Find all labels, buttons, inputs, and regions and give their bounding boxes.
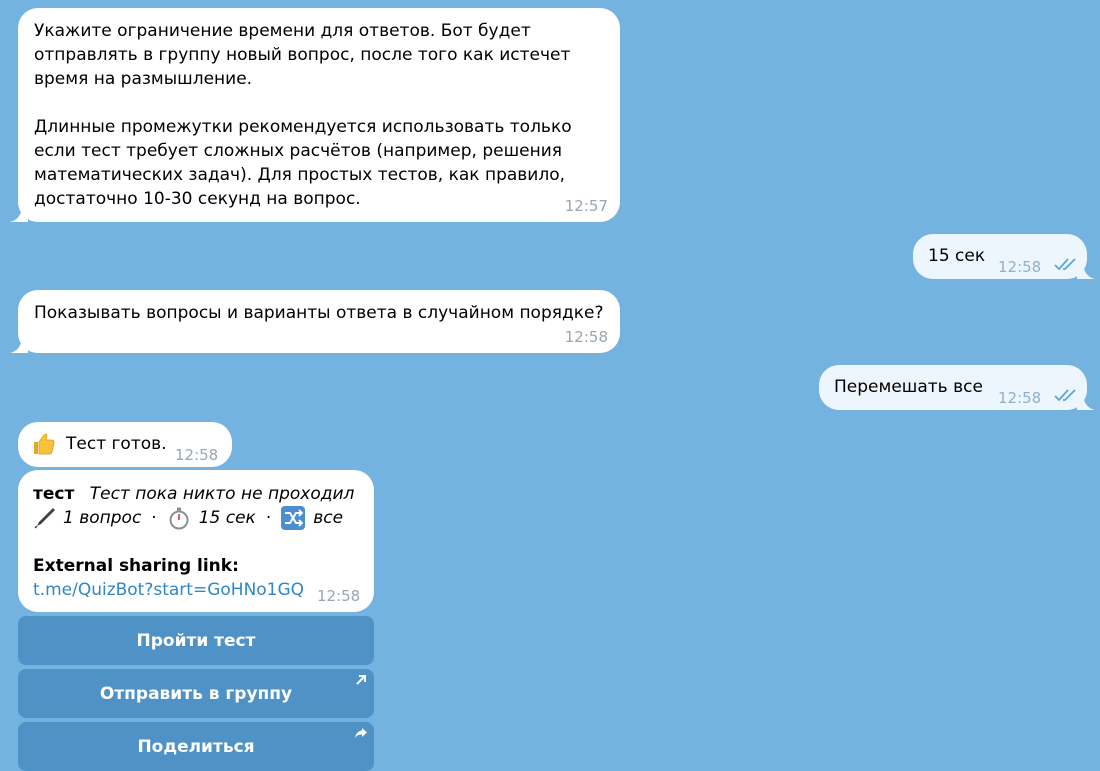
pen-icon [34,508,55,529]
bubble-tail [10,335,28,353]
send-to-group-button[interactable]: Отправить в группу [18,669,374,718]
bot-message-shuffle: Показывать вопросы и варианты ответа в с… [10,290,620,353]
sharing-label: External sharing link: [33,556,239,576]
start-test-button[interactable]: Пройти тест [18,616,374,665]
button-label: Поделиться [137,736,255,757]
time-limit-paragraph-2: Длинные промежутки рекомендуется использ… [34,117,572,209]
read-ticks-icon [1054,389,1076,402]
read-ticks-icon [1054,258,1076,271]
message-time: 12:58 [998,389,1042,407]
message-time: 12:58 [998,258,1042,276]
user-message-shuffle: Перемешать все 12:58 [819,365,1095,410]
message-time: 12:58 [175,446,219,464]
button-label: Пройти тест [136,630,256,651]
thumbs-up-icon [34,433,55,455]
message-text: Показывать вопросы и варианты ответа в с… [34,303,604,323]
quiz-title: тест [33,484,75,504]
message-time: 12:58 [317,587,361,605]
separator: · [151,508,157,528]
share-arrow-icon [355,728,367,738]
quiz-questions: 1 вопрос [63,508,142,528]
share-button[interactable]: Поделиться [18,722,374,771]
stopwatch-icon [169,507,189,530]
message-text: Перемешать все [834,377,983,397]
time-limit-paragraph-1: Укажите ограничение времени для ответов.… [34,21,571,89]
bot-quiz-card: тест Тест пока никто не проходил 1 вопро… [18,470,374,612]
quiz-shuffle: все [313,508,344,528]
shuffle-icon [281,506,306,530]
user-message-time: 15 сек 12:58 [913,234,1095,279]
quiz-duration: 15 сек [198,508,256,528]
bot-message-time-limit: Укажите ограничение времени для ответов.… [10,8,620,222]
message-time: 12:57 [564,197,608,215]
arrow-up-right-icon [356,675,366,685]
message-time: 12:58 [564,328,608,346]
separator: · [265,508,272,528]
bubble-tail [10,204,28,222]
quiz-subtitle: Тест пока никто не проходил [89,484,355,504]
message-text: Тест готов. [66,434,167,454]
message-text: 15 сек [928,246,986,266]
quiz-meta: 1 вопрос · 15 сек · все [33,506,374,530]
button-label: Отправить в группу [99,683,293,704]
bot-message-ready: Тест готов. 12:58 [18,422,232,467]
